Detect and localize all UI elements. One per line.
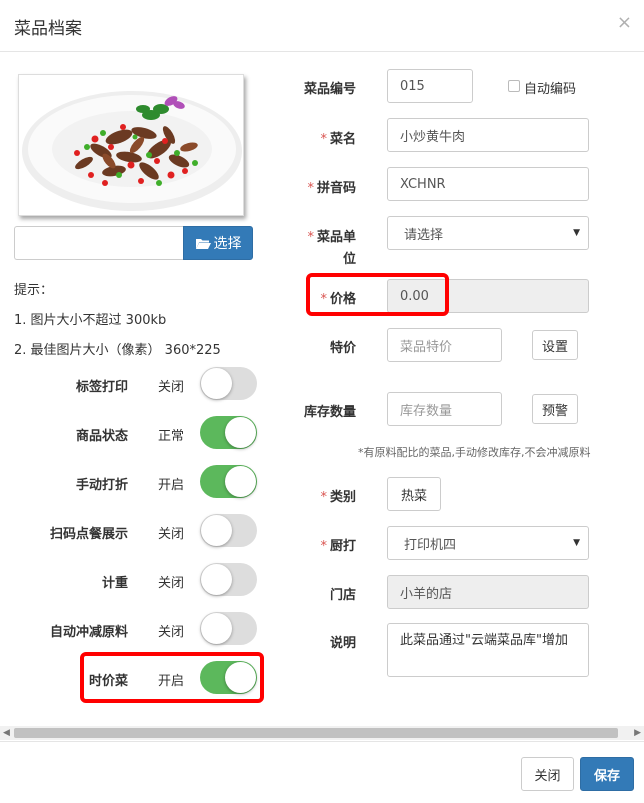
toggle-state: 关闭 <box>158 380 185 395</box>
toggle-row-scan-order-display: 扫码点餐展示 关闭 <box>0 514 280 548</box>
switch-knob <box>201 613 232 644</box>
choose-image-button[interactable]: 选择 <box>183 226 253 260</box>
code-label: 菜品编号 <box>303 82 356 97</box>
folder-open-icon <box>195 238 211 249</box>
toggle-state: 正常 <box>158 429 185 444</box>
category-button[interactable]: 热菜 <box>387 477 441 511</box>
toggle-state: 开启 <box>158 478 185 493</box>
tips-heading: 提示： <box>14 283 54 298</box>
store-label: 门店 <box>329 588 356 603</box>
special-price-label: 特价 <box>329 341 356 356</box>
kitchen-print-select[interactable]: 打印机四 ▼ <box>387 526 589 560</box>
tip-line-dimensions: 2. 最佳图片大小（像素） 360*225 <box>14 343 221 358</box>
category-label: * 类别 <box>276 486 356 505</box>
scan-order-display-switch[interactable] <box>200 514 257 547</box>
unit-label-text: 菜品单 <box>316 230 356 245</box>
switch-knob <box>201 564 232 595</box>
toggle-row-item-status: 商品状态 正常 <box>0 416 280 450</box>
pinyin-label-text: 拼音码 <box>316 181 356 196</box>
unit-label-line2: 位 <box>342 252 356 267</box>
price-label: * 价格 <box>276 288 356 307</box>
toggle-row-label-print: 标签打印 关闭 <box>0 367 280 401</box>
switch-knob <box>225 466 256 497</box>
image-file-input[interactable] <box>14 226 183 260</box>
toggle-row-weighing: 计重 关闭 <box>0 563 280 597</box>
unit-select[interactable]: 请选择 ▼ <box>387 216 589 250</box>
description-label: 说明 <box>329 636 356 651</box>
name-input[interactable]: 小炒黄牛肉 <box>387 118 589 152</box>
kitchen-print-label: * 厨打 <box>276 535 356 554</box>
stock-input[interactable]: 库存数量 <box>387 392 502 426</box>
required-mark: * <box>320 539 327 554</box>
switch-knob <box>225 662 256 693</box>
dish-photo <box>18 74 244 216</box>
toggle-label: 计重 <box>101 576 128 591</box>
required-mark: * <box>307 181 314 196</box>
toggle-row-auto-deduct: 自动冲减原料 关闭 <box>0 612 280 646</box>
unit-label: * 菜品单 <box>276 226 356 245</box>
toggle-label: 自动冲减原料 <box>49 625 128 640</box>
required-mark: * <box>320 132 327 147</box>
stock-alert-button[interactable]: 预警 <box>532 394 578 424</box>
toggle-state: 关闭 <box>158 625 185 640</box>
auto-deduct-materials-switch[interactable] <box>200 612 257 645</box>
toggle-row-manual-discount: 手动打折 开启 <box>0 465 280 499</box>
label-print-switch[interactable] <box>200 367 257 400</box>
required-mark: * <box>320 490 327 505</box>
kitchen-print-label-text: 厨打 <box>329 539 356 554</box>
toggle-row-market-price: 时价菜 开启 <box>0 661 280 695</box>
unit-select-value: 请选择 <box>404 227 444 243</box>
code-input[interactable]: 015 <box>387 69 473 103</box>
price-label-text: 价格 <box>329 292 356 307</box>
manual-discount-switch[interactable] <box>200 465 257 498</box>
modal-title: 菜品档案 <box>14 19 82 39</box>
auto-code-label: 自动编码 <box>524 82 577 97</box>
price-input[interactable]: 0.00 <box>387 279 589 313</box>
special-price-input[interactable]: 菜品特价 <box>387 328 502 362</box>
caret-down-icon: ▼ <box>573 538 580 548</box>
save-button[interactable]: 保存 <box>580 757 634 791</box>
switch-knob <box>225 417 256 448</box>
close-button[interactable]: 关闭 <box>521 757 574 791</box>
toggle-label: 扫码点餐展示 <box>49 527 128 542</box>
store-input[interactable]: 小羊的店 <box>387 575 589 609</box>
modal-header: 菜品档案 × <box>0 0 644 52</box>
toggle-label: 手动打折 <box>75 478 128 493</box>
stock-note: *有原料配比的菜品,手动修改库存,不会冲减原料 <box>358 446 591 459</box>
footer-divider <box>0 741 644 742</box>
description-textarea[interactable]: 此菜品通过"云端菜品库"增加 <box>387 623 589 677</box>
set-special-price-button[interactable]: 设置 <box>532 330 578 360</box>
close-icon[interactable]: × <box>617 12 632 33</box>
name-label-text: 菜名 <box>329 132 356 147</box>
required-mark: * <box>320 292 327 307</box>
switch-knob <box>201 368 232 399</box>
toggle-state: 关闭 <box>158 576 185 591</box>
category-label-text: 类别 <box>329 490 356 505</box>
toggle-label: 标签打印 <box>75 380 128 395</box>
weighing-switch[interactable] <box>200 563 257 596</box>
choose-button-label: 选择 <box>213 236 242 252</box>
kitchen-print-value: 打印机四 <box>404 537 457 553</box>
stock-label: 库存数量 <box>303 405 356 420</box>
toggle-label: 时价菜 <box>88 674 128 689</box>
auto-code-checkbox[interactable] <box>508 80 520 92</box>
scroll-right-icon[interactable]: ▶ <box>634 728 641 738</box>
name-label: * 菜名 <box>276 128 356 147</box>
item-status-switch[interactable] <box>200 416 257 449</box>
scroll-left-icon[interactable]: ◀ <box>3 728 10 738</box>
horizontal-scrollbar[interactable]: ◀ ▶ <box>0 726 644 740</box>
scrollbar-thumb[interactable] <box>14 728 618 738</box>
toggle-label: 商品状态 <box>75 429 128 444</box>
toggle-state: 开启 <box>158 674 185 689</box>
pinyin-label: * 拼音码 <box>276 177 356 196</box>
pinyin-input[interactable]: XCHNR <box>387 167 589 201</box>
tip-line-size: 1. 图片大小不超过 300kb <box>14 313 167 328</box>
switch-knob <box>201 515 232 546</box>
market-price-switch[interactable] <box>200 661 257 694</box>
required-mark: * <box>307 230 314 245</box>
caret-down-icon: ▼ <box>573 228 580 238</box>
toggle-state: 关闭 <box>158 527 185 542</box>
